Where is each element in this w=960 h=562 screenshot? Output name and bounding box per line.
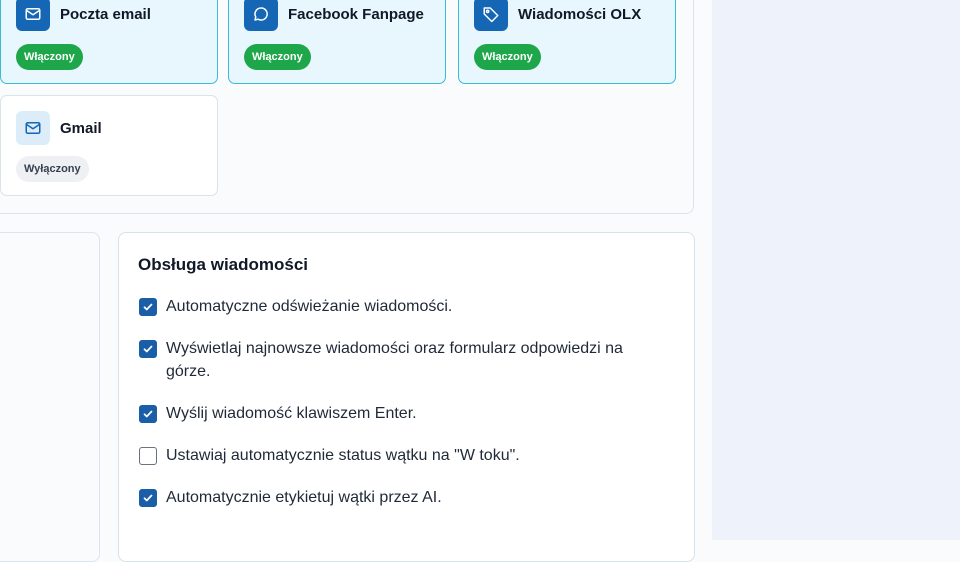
checkbox[interactable] [139, 405, 157, 423]
option-label: Wyślij wiadomość klawiszem Enter. [166, 405, 417, 422]
option-label: Automatyczne odświeżanie wiadomości. [166, 298, 453, 315]
mail-icon [16, 0, 50, 31]
status-badge: Włączony [244, 44, 311, 70]
channel-name: Gmail [60, 120, 102, 137]
right-pane [712, 0, 960, 540]
mail-icon [16, 111, 50, 145]
checkbox[interactable] [139, 340, 157, 358]
chat-bubble-icon [244, 0, 278, 31]
checkbox[interactable] [139, 298, 157, 316]
channel-card-facebook[interactable]: Facebook Fanpage Włączony [228, 0, 446, 84]
checkbox[interactable] [139, 489, 157, 507]
channel-name: Wiadomości OLX [518, 6, 642, 23]
option-auto-refresh[interactable]: Automatyczne odświeżanie wiadomości. [139, 297, 659, 318]
check-icon [143, 494, 153, 502]
settings-title: Obsługa wiadomości [138, 255, 309, 274]
checkbox[interactable] [139, 447, 157, 465]
channel-name: Facebook Fanpage [288, 6, 424, 23]
option-send-on-enter[interactable]: Wyślij wiadomość klawiszem Enter. [139, 404, 659, 425]
option-label: Ustawiaj automatycznie status wątku na "… [166, 447, 520, 464]
status-badge: Włączony [474, 44, 541, 70]
option-label: Automatycznie etykietuj wątki przez AI. [166, 489, 442, 506]
check-icon [143, 345, 153, 353]
option-label: Wyświetlaj najnowsze wiadomości oraz for… [166, 340, 623, 380]
status-badge: Wyłączony [16, 156, 89, 182]
check-icon [143, 303, 153, 311]
option-ai-labels[interactable]: Automatycznie etykietuj wątki przez AI. [139, 488, 659, 509]
tag-icon [474, 0, 508, 31]
option-auto-status[interactable]: Ustawiaj automatycznie status wątku na "… [139, 446, 659, 467]
check-icon [143, 410, 153, 418]
channel-name: Poczta email [60, 6, 151, 23]
channel-card-olx[interactable]: Wiadomości OLX Włączony [458, 0, 676, 84]
option-newest-on-top[interactable]: Wyświetlaj najnowsze wiadomości oraz for… [139, 339, 659, 383]
channel-card-email[interactable]: Poczta email Włączony [0, 0, 218, 84]
left-panel [0, 232, 100, 562]
channel-card-gmail[interactable]: Gmail Wyłączony [0, 95, 218, 196]
status-badge: Włączony [16, 44, 83, 70]
message-settings-panel: Obsługa wiadomości Automatyczne odświeża… [118, 232, 695, 562]
